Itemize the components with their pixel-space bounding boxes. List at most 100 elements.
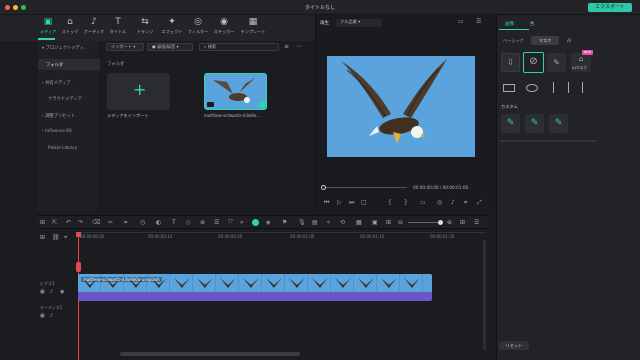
double-line-mask-icon[interactable]: [568, 82, 569, 93]
rectangle-mask-icon[interactable]: [503, 84, 515, 92]
player-tab[interactable]: 再生: [320, 20, 329, 26]
keyframe-icon[interactable]: ◇: [186, 219, 191, 226]
filter-icon[interactable]: ≡: [284, 43, 289, 50]
volume-icon[interactable]: ♪: [451, 199, 455, 206]
crop-tool-icon[interactable]: ⌗: [124, 219, 127, 227]
custom-mask-1-icon[interactable]: ✎: [501, 114, 520, 133]
list-view-icon[interactable]: ☰: [474, 219, 479, 226]
play-icon[interactable]: ▷: [337, 199, 342, 206]
tool-effect[interactable]: ✦ エフェクト: [160, 17, 184, 35]
zoom-tool-icon[interactable]: ⊕: [200, 219, 205, 226]
caption-icon[interactable]: ▤: [312, 219, 318, 226]
playhead-marker[interactable]: [76, 232, 81, 237]
search-input[interactable]: ⌕ 検索: [199, 43, 279, 51]
prev-frame-icon[interactable]: ⏮: [324, 199, 329, 207]
timeline-horizontal-scrollbar[interactable]: [120, 352, 300, 356]
custom-mask-2-icon[interactable]: ✎: [525, 114, 544, 133]
select-icon[interactable]: ⇱: [52, 219, 57, 226]
import-media-tile[interactable]: +: [107, 73, 170, 110]
media-clip-thumbnail[interactable]: [204, 73, 267, 110]
import-dropdown[interactable]: インポート ▾: [106, 43, 144, 51]
transform-icon[interactable]: ⤧: [228, 219, 233, 227]
plus-clip-icon[interactable]: ⊞: [386, 219, 391, 226]
video-clip[interactable]: matthew-schwartz-d.8o9o0o-unsplash: [78, 274, 432, 301]
fullscreen-icon[interactable]: ⤢: [477, 199, 482, 207]
undo-icon[interactable]: ↶: [66, 219, 71, 226]
next-frame-icon[interactable]: ⏭: [349, 199, 354, 207]
record-dropdown[interactable]: ● 録画/録音 ▾: [147, 43, 193, 51]
clip-cursor[interactable]: [76, 262, 81, 272]
split-icon[interactable]: ✂: [108, 219, 113, 226]
tool-title[interactable]: T タイトル: [106, 17, 130, 35]
sidebar-item-library[interactable]: Pinkie Library: [48, 146, 77, 151]
zoom-slider-handle[interactable]: [438, 220, 443, 225]
reset-button[interactable]: リセット: [499, 341, 529, 350]
zoom-in-icon[interactable]: ⊕: [447, 219, 452, 226]
camera-icon[interactable]: ◎: [437, 199, 442, 206]
add-track-icon[interactable]: ⊞: [40, 234, 45, 241]
speed-icon[interactable]: ◷: [140, 219, 145, 226]
video-viewer[interactable]: [327, 56, 475, 157]
mark-in-icon[interactable]: {: [388, 199, 392, 206]
zoom-out-icon[interactable]: ⊖: [398, 219, 403, 226]
image-icon[interactable]: ▣: [372, 219, 378, 226]
sidebar-item-project-media[interactable]: ▾ プロジェクトメディ..: [42, 45, 87, 51]
text-tool-icon[interactable]: T: [172, 219, 176, 226]
link-icon[interactable]: ⛓: [52, 234, 60, 241]
stop-icon[interactable]: □: [361, 199, 367, 206]
color-icon[interactable]: ◐: [156, 219, 161, 226]
tool-template[interactable]: ▦ テンプレート: [238, 17, 268, 35]
crop-icon[interactable]: ⌗: [464, 199, 467, 207]
subtab-basic[interactable]: ベーシック: [503, 38, 524, 44]
audio-mute-icon[interactable]: ♪: [50, 313, 53, 319]
monitor-icon[interactable]: ▭: [420, 199, 426, 206]
delete-icon[interactable]: ⌫: [92, 219, 100, 226]
settings-icon[interactable]: ☰: [476, 18, 481, 25]
sidebar-item-presets[interactable]: › 調整プリセット: [42, 113, 75, 119]
playback-progress-bar[interactable]: [322, 187, 407, 188]
mute-icon[interactable]: ♪: [50, 289, 53, 295]
tool-sticker[interactable]: ◉ ステッカー: [212, 17, 236, 35]
mark-out-icon[interactable]: }: [404, 199, 408, 206]
redo-icon[interactable]: ↷: [78, 219, 83, 226]
snap-icon[interactable]: ⌖: [64, 234, 67, 242]
tool-transition[interactable]: ⇆ トランジ: [133, 17, 157, 35]
tab-image[interactable]: 画像: [505, 21, 514, 27]
quality-dropdown[interactable]: フル品質 ▾: [336, 19, 382, 27]
custom-mask-3-icon[interactable]: ✎: [549, 114, 568, 133]
audio-lock-icon[interactable]: ▣: [40, 313, 45, 319]
text-mask-icon[interactable]: [582, 82, 583, 93]
tool-stock[interactable]: ⌂ ストック: [58, 17, 82, 35]
timeline-vertical-scrollbar[interactable]: [483, 240, 486, 350]
grid-view-icon[interactable]: ⊞: [460, 219, 465, 226]
subtab-ai[interactable]: AI: [567, 38, 571, 43]
mask-brush-icon[interactable]: ✎: [547, 53, 566, 72]
ellipse-mask-icon[interactable]: [526, 84, 538, 92]
sidebar-item-shared-media[interactable]: › 共有メディア: [42, 80, 71, 86]
lock-icon[interactable]: ▣: [40, 289, 45, 295]
subtab-mask[interactable]: マスク: [531, 36, 559, 45]
grid-icon[interactable]: ⊞: [40, 219, 45, 226]
mask-none-icon[interactable]: ⊘: [523, 52, 544, 73]
sidebar-item-cloud-media[interactable]: クラウドメディア: [48, 96, 82, 102]
tool-media[interactable]: ▣ メディア: [36, 17, 60, 35]
render-icon[interactable]: [252, 219, 259, 226]
sidebar-item-folder[interactable]: フォルダ: [38, 59, 100, 70]
export-button[interactable]: エクスポート: [588, 3, 632, 12]
sync-icon[interactable]: ⟲: [340, 219, 345, 226]
mic-icon[interactable]: 🎙: [298, 219, 306, 226]
zoom-slider[interactable]: [408, 222, 442, 223]
line-mask-icon[interactable]: [553, 82, 554, 93]
snapshot-icon[interactable]: ▭: [458, 18, 464, 25]
marker-icon[interactable]: ⚑: [282, 219, 287, 226]
tab-color[interactable]: 色: [530, 21, 535, 27]
more-icon[interactable]: ⋯: [296, 43, 302, 50]
tool-audio[interactable]: ♪ オーディオ: [82, 17, 106, 35]
tool-filter[interactable]: ◎ フィルター: [186, 17, 210, 35]
sidebar-item-influence-kit[interactable]: › Influence Kit: [42, 129, 72, 134]
eye-icon[interactable]: ◉: [60, 289, 64, 295]
adjust-icon[interactable]: ☰: [214, 219, 219, 226]
mask-import-icon[interactable]: ⇩: [501, 53, 520, 72]
ai-icon[interactable]: ✧: [326, 219, 331, 226]
layout-icon[interactable]: ▦: [356, 219, 362, 226]
